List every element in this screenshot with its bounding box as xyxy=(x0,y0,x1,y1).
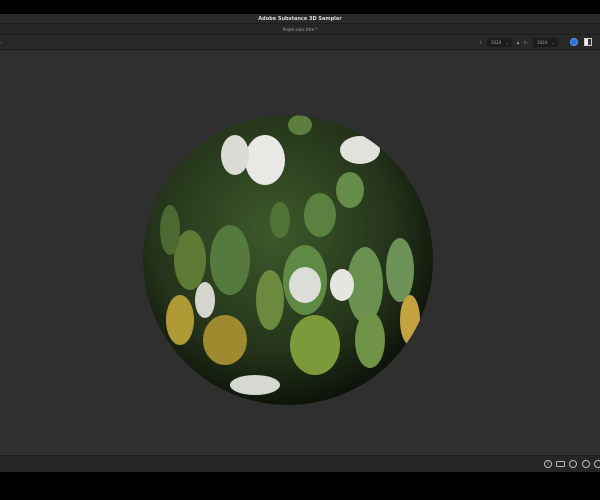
width-value: 1024 xyxy=(491,40,502,45)
3d-viewport[interactable] xyxy=(0,50,600,455)
material-sphere[interactable] xyxy=(0,50,600,455)
project-title: Projet sans titre * xyxy=(0,24,600,35)
window-title: Adobe Substance 3D Sampler xyxy=(0,14,600,24)
cube-icon[interactable] xyxy=(570,38,578,46)
camera-icon[interactable] xyxy=(556,461,565,467)
rotate-icon[interactable] xyxy=(569,460,577,468)
lock-icon[interactable]: 🔒︎ xyxy=(517,38,519,47)
width-label: l: xyxy=(480,40,483,45)
zoom-icon[interactable] xyxy=(582,460,590,468)
height-value: 1024 xyxy=(537,40,548,45)
checker-icon[interactable] xyxy=(584,38,592,46)
menu-indicator[interactable]: › xyxy=(0,38,2,47)
chevron-down-icon: ⌄ xyxy=(505,40,509,45)
bottom-bar: i xyxy=(0,455,600,472)
info-icon[interactable]: i xyxy=(544,460,552,468)
chevron-down-icon: ⌄ xyxy=(551,40,555,45)
height-label: h: xyxy=(524,40,528,45)
height-select[interactable]: 1024 ⌄ xyxy=(533,38,558,47)
width-select[interactable]: 1024 ⌄ xyxy=(487,38,512,47)
toolbar: › l: 1024 ⌄ 🔒︎ h: 1024 ⌄ xyxy=(0,35,600,50)
reset-icon[interactable] xyxy=(594,460,600,468)
